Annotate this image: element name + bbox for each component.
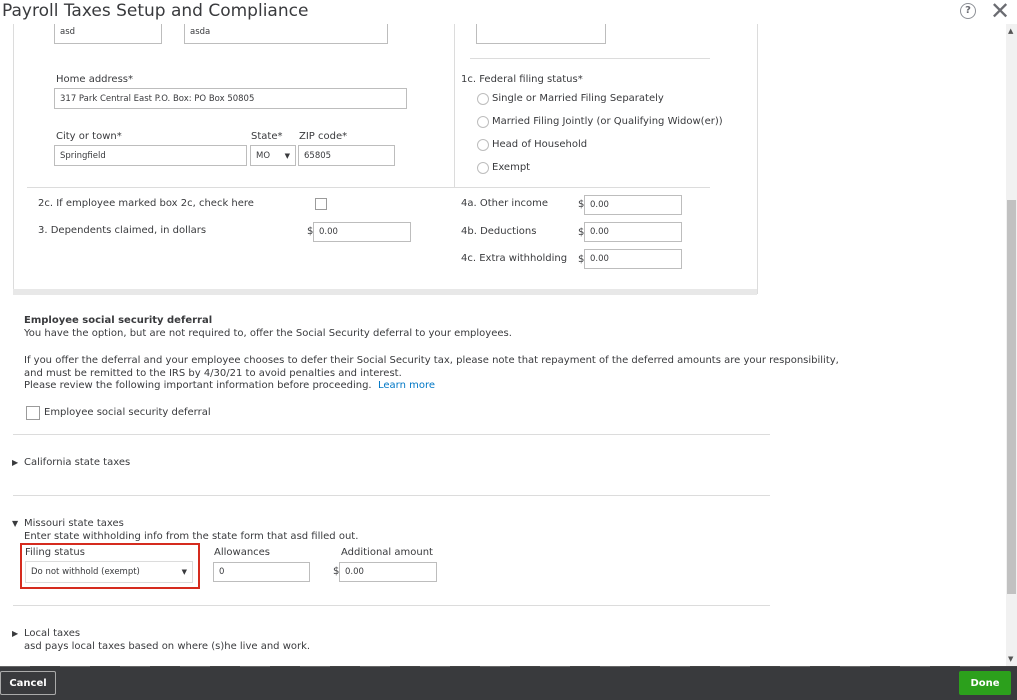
- deferral-line1: You have the option, but are not require…: [24, 328, 512, 339]
- additional-amount-label: Additional amount: [341, 547, 433, 558]
- section-divider: [13, 434, 770, 435]
- mo-filing-status-label: Filing status: [25, 547, 85, 558]
- local-description: asd pays local taxes based on where (s)h…: [24, 641, 311, 652]
- section-divider: [13, 605, 770, 606]
- horizontal-divider: [27, 187, 710, 188]
- mo-filing-status-value: Do not withhold (exempt): [31, 567, 140, 577]
- federal-filing-label: 1c. Federal filing status*: [461, 74, 583, 85]
- last-name-input[interactable]: asda: [184, 24, 388, 44]
- zip-value: 65805: [304, 150, 332, 161]
- missouri-description: Enter state withholding info from the st…: [24, 531, 359, 542]
- mo-filing-status-select[interactable]: Do not withhold (exempt) ▼: [25, 561, 193, 583]
- ssn-input[interactable]: [476, 24, 606, 44]
- deductions-label: 4b. Deductions: [461, 226, 537, 237]
- scroll-down-icon[interactable]: ▼: [1008, 655, 1013, 663]
- chevron-down-icon: ▼: [181, 568, 187, 576]
- last-name-value: asda: [190, 26, 211, 37]
- state-select[interactable]: MO ▼: [250, 145, 296, 166]
- extra-withholding-label: 4c. Extra withholding: [461, 253, 568, 264]
- cancel-button[interactable]: Cancel: [0, 671, 56, 695]
- allowances-input[interactable]: 0: [213, 562, 310, 582]
- deductions-value: 0.00: [590, 227, 609, 237]
- learn-more-link[interactable]: Learn more: [378, 380, 435, 391]
- expand-arrow-icon[interactable]: ▶: [12, 629, 18, 638]
- scrollbar-thumb[interactable]: [1007, 200, 1016, 594]
- help-icon[interactable]: ?: [960, 3, 976, 19]
- footer-border: [0, 666, 1017, 667]
- allowances-label: Allowances: [214, 547, 271, 558]
- scroll-up-icon[interactable]: ▲: [1008, 27, 1013, 35]
- radio-head-of-household[interactable]: [477, 139, 489, 151]
- allowances-value: 0: [219, 567, 225, 577]
- expand-arrow-icon[interactable]: ▶: [12, 458, 18, 467]
- local-heading[interactable]: Local taxes: [24, 628, 80, 639]
- additional-amount-input[interactable]: 0.00: [339, 562, 437, 582]
- card-shadow: [13, 289, 757, 295]
- deferral-line2: If you offer the deferral and your emplo…: [24, 355, 839, 366]
- section-divider: [13, 495, 770, 496]
- collapse-arrow-icon[interactable]: ▼: [12, 519, 18, 528]
- option-single-label: Single or Married Filing Separately: [492, 93, 664, 104]
- radio-exempt[interactable]: [477, 162, 489, 174]
- deferral-line4: Please review the following important in…: [24, 380, 435, 391]
- state-label: State*: [251, 131, 283, 142]
- deferral-checkbox[interactable]: [26, 406, 40, 420]
- deductions-input[interactable]: 0.00: [584, 222, 682, 242]
- option-married-jointly-label: Married Filing Jointly (or Qualifying Wi…: [492, 116, 723, 127]
- first-name-input[interactable]: asd: [54, 24, 162, 44]
- option-head-of-household-label: Head of Household: [492, 139, 588, 150]
- missouri-heading[interactable]: Missouri state taxes: [24, 518, 124, 529]
- additional-amount-value: 0.00: [345, 567, 364, 577]
- city-label: City or town*: [56, 131, 122, 142]
- dependents-input[interactable]: 0.00: [313, 222, 411, 242]
- first-name-value: asd: [60, 26, 76, 37]
- radio-married-jointly[interactable]: [477, 116, 489, 128]
- home-address-input[interactable]: 317 Park Central East P.O. Box: PO Box 5…: [54, 88, 407, 109]
- chevron-down-icon: ▼: [284, 151, 290, 160]
- deferral-heading: Employee social security deferral: [24, 315, 213, 326]
- done-button[interactable]: Done: [959, 671, 1011, 695]
- extra-withholding-input[interactable]: 0.00: [584, 249, 682, 269]
- footer-bar: [0, 666, 1017, 700]
- other-income-value: 0.00: [590, 200, 609, 210]
- deferral-line4-text: Please review the following important in…: [24, 380, 372, 391]
- zip-input[interactable]: 65805: [298, 145, 395, 166]
- state-value: MO: [256, 150, 271, 161]
- other-income-input[interactable]: 0.00: [584, 195, 682, 215]
- vertical-divider: [454, 24, 455, 187]
- deferral-line3: and must be remitted to the IRS by 4/30/…: [24, 368, 402, 379]
- california-heading[interactable]: California state taxes: [24, 457, 130, 468]
- home-address-label: Home address*: [56, 74, 133, 85]
- box2c-label: 2c. If employee marked box 2c, check her…: [38, 198, 254, 209]
- deferral-checkbox-label: Employee social security deferral: [44, 407, 211, 418]
- dependents-value: 0.00: [319, 227, 338, 237]
- option-exempt-label: Exempt: [492, 162, 531, 173]
- scroll-content: asd asda Home address* 317 Park Central …: [0, 24, 1006, 666]
- box2c-checkbox[interactable]: [315, 198, 327, 210]
- other-income-label: 4a. Other income: [461, 198, 549, 209]
- radio-single[interactable]: [477, 93, 489, 105]
- city-value: Springfield: [60, 150, 106, 161]
- dependents-label: 3. Dependents claimed, in dollars: [38, 225, 207, 236]
- page-title: Payroll Taxes Setup and Compliance: [2, 1, 309, 21]
- city-input[interactable]: Springfield: [54, 145, 247, 166]
- filing-divider: [470, 58, 710, 59]
- close-icon[interactable]: ✕: [990, 0, 1010, 25]
- extra-withholding-value: 0.00: [590, 254, 609, 264]
- zip-label: ZIP code*: [299, 131, 348, 142]
- home-address-value: 317 Park Central East P.O. Box: PO Box 5…: [60, 93, 255, 104]
